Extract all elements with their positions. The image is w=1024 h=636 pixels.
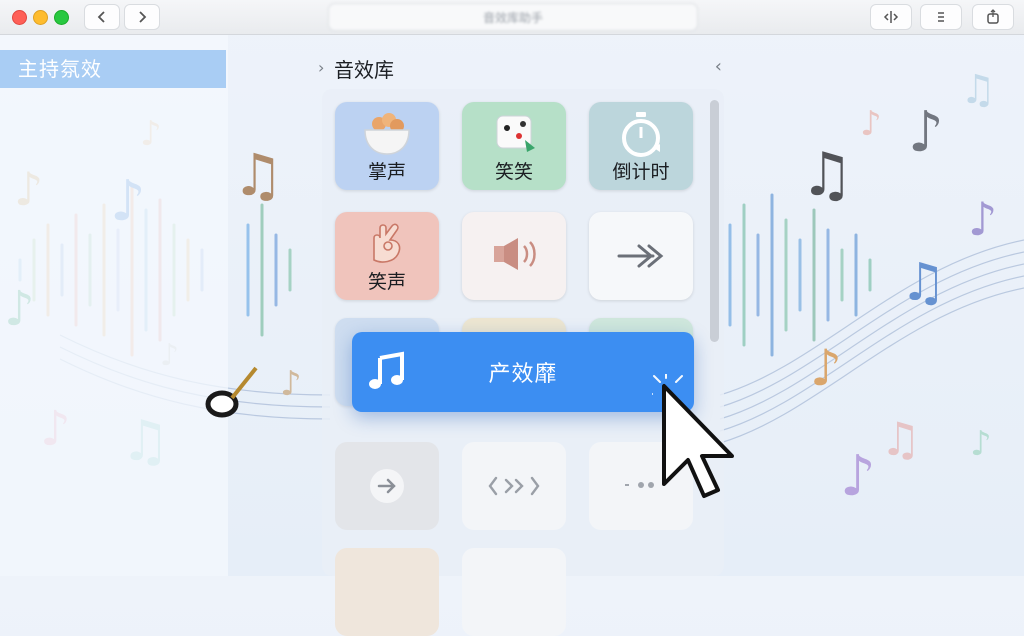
tile-row5-2[interactable] [462, 548, 566, 636]
tile-applause[interactable]: 掌声 [335, 102, 439, 190]
tile-forward[interactable] [335, 442, 439, 530]
svg-text:♪: ♪ [908, 100, 944, 165]
chevron-right-icon [139, 11, 147, 23]
dice-face-icon [496, 115, 535, 152]
speaker-icon [494, 238, 536, 270]
svg-text:♫: ♫ [960, 67, 996, 113]
tile-laughter[interactable]: 笑声 [335, 212, 439, 300]
arrow-right-circle-icon [370, 469, 404, 503]
share-button[interactable] [972, 4, 1014, 30]
tile-label: 掌声 [367, 161, 406, 183]
chevron-right-icon[interactable]: › [318, 58, 324, 77]
list-icon [938, 12, 944, 22]
split-view-button[interactable] [870, 4, 912, 30]
svg-text:♫: ♫ [800, 140, 854, 210]
tile-row5-1[interactable] [335, 548, 439, 636]
window-title: 音效库助手 [328, 3, 698, 31]
close-window-button[interactable] [12, 10, 27, 25]
panel-header: › 音效库 ‹ [316, 52, 726, 84]
panel-title: 音效库 [334, 57, 394, 82]
tile-speaker[interactable] [462, 212, 566, 300]
tile-countdown[interactable]: 倒计时 [589, 102, 693, 190]
minimize-window-button[interactable] [33, 10, 48, 25]
sidebar: 主持氛效 [0, 35, 228, 576]
music-note-icon [205, 366, 258, 418]
forward-button[interactable] [124, 4, 160, 30]
dragged-item-label: 产效靡 [488, 362, 558, 387]
code-arrows-icon [488, 476, 540, 496]
sidebar-item-host-effects[interactable]: 主持氛效 [0, 50, 226, 88]
svg-text:♪: ♪ [968, 192, 997, 246]
back-button[interactable] [84, 4, 120, 30]
chevron-left-icon [97, 11, 105, 23]
dragged-sound-item[interactable]: 产效靡 [352, 332, 694, 412]
svg-text:♪: ♪ [860, 104, 882, 144]
tile-label: 笑声 [367, 271, 406, 293]
zoom-window-button[interactable] [54, 10, 69, 25]
svg-text:♫: ♫ [232, 141, 284, 209]
svg-text:♫: ♫ [880, 412, 921, 466]
timer-icon [622, 112, 660, 157]
svg-text:♪: ♪ [840, 444, 876, 509]
svg-text:♪: ♪ [810, 339, 842, 397]
split-view-icon [883, 11, 899, 23]
tile-label: 倒计时 [612, 161, 670, 183]
svg-text:♫: ♫ [900, 253, 947, 313]
tile-next[interactable] [589, 212, 693, 300]
hand-icon [373, 223, 401, 263]
bowl-clap-icon [364, 113, 410, 155]
title-bar: 音效库助手 [0, 0, 1024, 35]
svg-text:♪: ♪ [970, 424, 992, 464]
svg-text:♪: ♪ [280, 364, 302, 404]
collapse-chevron-icon[interactable]: ‹ [715, 56, 722, 77]
scrollbar[interactable] [710, 100, 719, 342]
tile-code[interactable] [462, 442, 566, 530]
mouse-cursor-icon [652, 374, 734, 498]
tile-laugh[interactable]: 笑笑 [462, 102, 566, 190]
tile-label: 笑笑 [494, 161, 533, 183]
share-icon [987, 9, 999, 24]
list-button[interactable] [920, 4, 962, 30]
double-arrow-right-icon [617, 244, 664, 268]
